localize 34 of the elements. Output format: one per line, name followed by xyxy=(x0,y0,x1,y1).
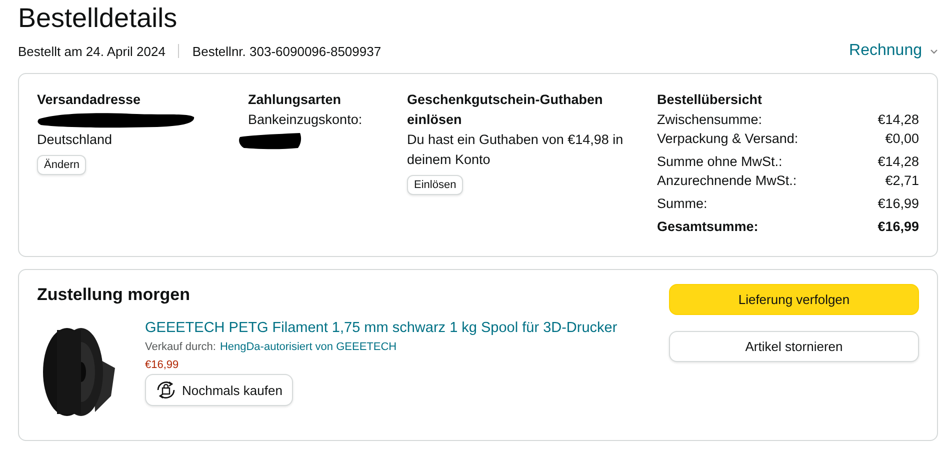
section-heading: Versandadresse xyxy=(37,91,141,109)
summary-value: €2,71 xyxy=(885,172,919,190)
seller-label: Verkauf durch: xyxy=(145,340,216,355)
seller-link[interactable]: HengDa-autorisiert von GEEETECH xyxy=(220,338,397,356)
summary-label: Zwischensumme: xyxy=(657,111,762,129)
summary-label: Summe ohne MwSt.: xyxy=(657,153,782,171)
payment-method: Bankeinzugskonto: xyxy=(248,111,362,129)
cancel-item-button[interactable]: Artikel stornieren xyxy=(669,331,919,362)
summary-value: €16,99 xyxy=(878,195,919,213)
country-text: Deutschland xyxy=(37,131,112,149)
summary-label: Anzurechnende MwSt.: xyxy=(657,172,797,190)
buy-again-button[interactable]: Nochmals kaufen xyxy=(145,374,294,406)
order-date: Bestellt am 24. April 2024 xyxy=(18,44,166,58)
section-heading: Zahlungsarten xyxy=(248,91,342,109)
track-delivery-button[interactable]: Lieferung verfolgen xyxy=(669,284,919,315)
summary-value: €14,28 xyxy=(878,153,919,171)
redeem-button[interactable]: Einlösen xyxy=(407,175,464,195)
order-number: Bestellnr. 303-6090096-8509937 xyxy=(192,44,382,58)
summary-value: €14,28 xyxy=(878,111,919,129)
summary-value: €16,99 xyxy=(878,218,919,236)
section-heading: Bestellübersicht xyxy=(657,91,764,109)
summary-value: €0,00 xyxy=(885,130,919,148)
delivery-heading: Zustellung morgen xyxy=(37,284,191,306)
invoice-link[interactable]: Rechnung xyxy=(849,42,938,60)
change-button[interactable]: Ändern xyxy=(37,155,86,175)
balance-text: Du hast ein Guthaben von €14,98 in deinem Konto xyxy=(407,131,624,169)
summary-label: Gesamtsumme: xyxy=(657,218,758,236)
item-price: €16,99 xyxy=(145,358,179,373)
caret-icon xyxy=(930,48,938,54)
section-heading: Geschenkgutschein-Guthaben einlösen xyxy=(407,91,604,129)
page-title: Bestelldetails xyxy=(18,2,178,34)
summary-label: Summe: xyxy=(657,195,708,213)
summary-label: Verpackung & Versand: xyxy=(657,130,798,148)
product-link[interactable]: GEEETECH PETG Filament 1,75 mm schwarz 1 kg Spool für 3D-Drucker xyxy=(145,318,618,338)
